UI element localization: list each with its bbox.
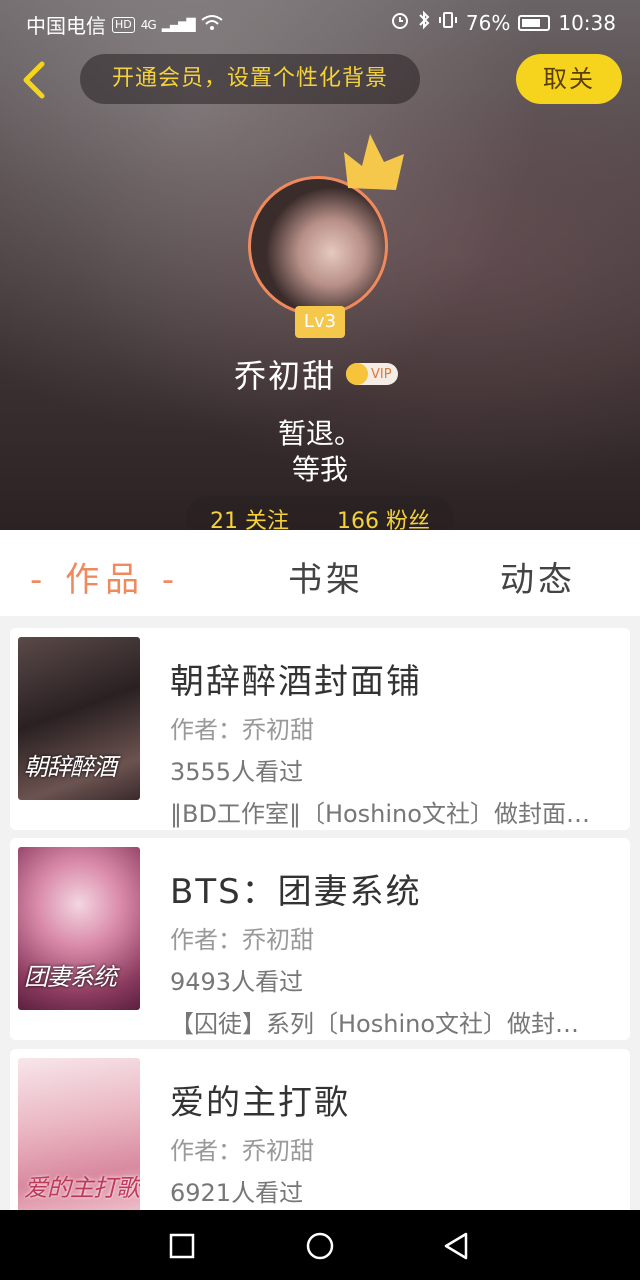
work-views: 9493人看过 <box>170 968 304 996</box>
tab-works[interactable]: - 作品 - <box>30 552 180 601</box>
work-tags: ‖BD工作室‖〔Hoshino文社〕做封面的… <box>170 800 600 828</box>
cover-title: 朝辞醉酒 <box>24 753 117 781</box>
cover-title: 团妻系统 <box>24 963 117 991</box>
avatar-image <box>248 176 388 316</box>
work-title: 爱的主打歌 <box>170 1083 350 1123</box>
level-badge: Lv3 <box>295 306 345 338</box>
work-title: 朝辞醉酒封面铺 <box>170 662 422 702</box>
cover-title: 爱的主打歌 <box>24 1174 140 1202</box>
work-author: 作者：乔初甜 <box>170 1137 314 1165</box>
list-item[interactable]: 团妻系统 BTS：团妻系统 作者：乔初甜 9493人看过 【囚徒】系列〔Hosh… <box>10 838 630 1040</box>
work-title: BTS：团妻系统 <box>170 872 422 912</box>
bluetooth-icon <box>418 10 430 35</box>
bio-line-2: 等我 <box>291 453 348 486</box>
tab-bookshelf[interactable]: 书架 <box>288 552 364 601</box>
followers-count[interactable]: 166 粉丝 <box>337 503 430 530</box>
crown-icon <box>344 134 404 190</box>
network-label: 4G <box>140 17 157 32</box>
list-item[interactable]: 朝辞醉酒 朝辞醉酒封面铺 作者：乔初甜 3555人看过 ‖BD工作室‖〔Hosh… <box>10 628 630 830</box>
profile-tabs: - 作品 - 书架 动态 <box>0 530 640 616</box>
clock: 10:38 <box>558 10 616 35</box>
vip-badge-label: VIP <box>371 366 392 382</box>
recent-apps-button[interactable] <box>166 1230 198 1262</box>
work-tags: 【囚徒】系列〔Hoshino文社〕做封面的… <box>170 1010 600 1038</box>
status-bar: 中国电信 HD 4G ▂▄▆█ 76% 10:38 <box>0 0 640 44</box>
hd-icon: HD <box>112 16 135 33</box>
system-nav-bar <box>0 1210 640 1280</box>
signal-icon: ▂▄▆█ <box>161 17 196 32</box>
tab-activity[interactable]: 动态 <box>500 552 576 601</box>
carrier-label: 中国电信 <box>26 14 106 38</box>
following-count[interactable]: 21 关注 <box>210 503 289 530</box>
work-author: 作者：乔初甜 <box>170 926 314 954</box>
vibrate-icon <box>438 10 458 35</box>
username: 乔初甜 <box>234 357 337 395</box>
back-nav-button[interactable] <box>440 1230 472 1262</box>
work-views: 6921人看过 <box>170 1179 304 1207</box>
unfollow-button[interactable]: 取关 <box>516 54 622 104</box>
chevron-left-icon <box>23 61 45 99</box>
back-button[interactable] <box>18 58 54 102</box>
follow-stats: 21 关注 166 粉丝 <box>186 496 454 530</box>
battery-icon <box>518 14 551 31</box>
battery-fill <box>522 18 541 27</box>
alarm-icon <box>390 10 410 35</box>
work-author: 作者：乔初甜 <box>170 716 314 744</box>
book-cover: 团妻系统 <box>18 847 140 1010</box>
name-row: 乔初甜 VIP <box>234 352 399 396</box>
work-views: 3555人看过 <box>170 758 304 786</box>
book-cover: 爱的主打歌 <box>18 1058 140 1221</box>
avatar[interactable] <box>248 176 392 320</box>
home-button[interactable] <box>304 1230 336 1262</box>
vip-background-banner[interactable]: 开通会员，设置个性化背景 <box>80 54 420 104</box>
battery-percent: 76% <box>465 10 511 35</box>
bio-line-1: 暂退。 <box>277 417 362 450</box>
book-cover: 朝辞醉酒 <box>18 637 140 800</box>
vip-icon: VIP <box>346 363 399 385</box>
wifi-icon <box>200 13 223 37</box>
crown-dot-icon <box>346 363 369 385</box>
profile-header: 中国电信 HD 4G ▂▄▆█ 76% 10:38 开通会员，设置个性化背景 取… <box>0 0 640 530</box>
